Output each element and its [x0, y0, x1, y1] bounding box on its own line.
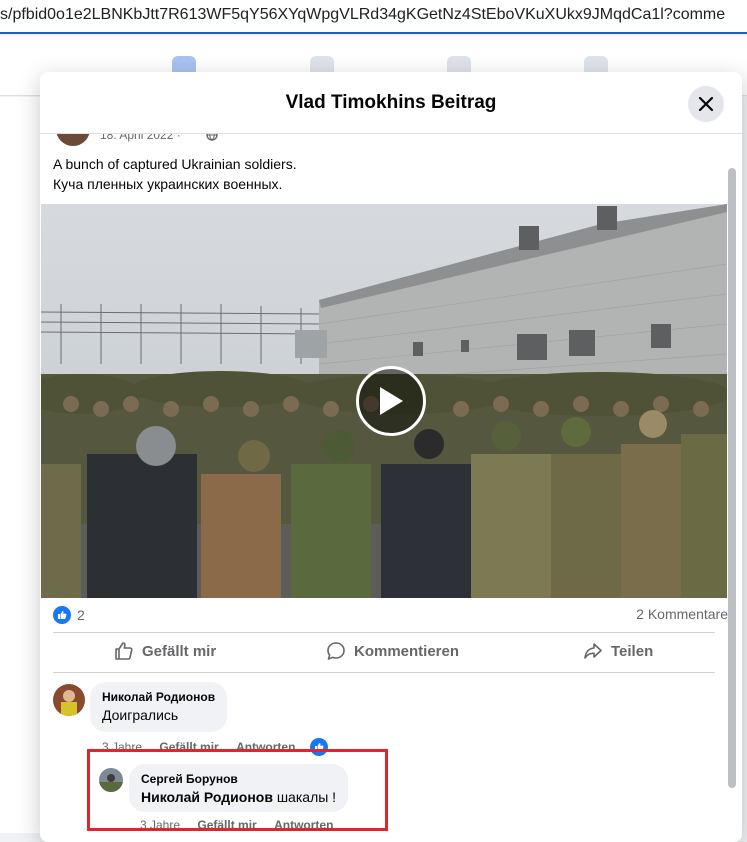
close-button[interactable] [688, 86, 724, 122]
comment-button[interactable]: Kommentieren [326, 638, 459, 664]
play-icon [380, 387, 403, 415]
reaction-count: 2 [77, 607, 85, 623]
comment-like-reaction-icon [310, 738, 328, 756]
reply-comment-author[interactable]: Сергей Борунов [141, 772, 336, 786]
like-button-label: Gefällt mir [142, 642, 217, 660]
post-dialog: Vlad Timokhins Beitrag 18. April 2022 · … [40, 72, 742, 842]
divider-top [53, 632, 715, 633]
dialog-title: Vlad Timokhins Beitrag [285, 92, 497, 113]
comment-reply-item: Сергей Борунов Николай Родионов шакалы !… [40, 762, 720, 842]
comment-icon [327, 642, 345, 660]
reply-comment-bubble: Сергей Борунов Николай Родионов шакалы ! [129, 764, 349, 812]
share-icon [584, 643, 602, 659]
like-reaction-icon [53, 606, 71, 624]
post-text-line-2: Куча пленных украинских военных. [53, 176, 283, 192]
comment-meta: 3 Jahre Gefällt mir Antworten [102, 740, 309, 754]
comment-time[interactable]: 3 Jahre [102, 740, 142, 754]
reply-comment-like-link[interactable]: Gefällt mir [197, 818, 256, 832]
play-button[interactable] [356, 366, 426, 436]
commenter-avatar[interactable] [53, 684, 85, 716]
share-button-label: Teilen [611, 642, 654, 660]
dialog-scrollbar[interactable] [728, 168, 736, 788]
comment-reply-link[interactable]: Antworten [236, 740, 295, 754]
close-icon [698, 96, 714, 112]
comment-item: Николай Родионов Доигрались 3 Jahre Gefä… [40, 680, 720, 770]
comment-bubble: Николай Родионов Доигрались [90, 682, 228, 732]
comments-count[interactable]: 2 Kommentare [636, 606, 728, 622]
post-video[interactable] [41, 204, 727, 598]
reply-comment-meta: 3 Jahre Gefällt mir Antworten [140, 818, 347, 832]
dialog-header: Vlad Timokhins Beitrag [40, 72, 742, 134]
post-text-line-1: A bunch of captured Ukrainian soldiers. [53, 156, 297, 172]
like-button[interactable]: Gefällt mir [114, 638, 216, 664]
browser-address-bar[interactable]: s/pfbid0o1e2LBNKbJtt7R613WF5qY56XYqWpgVL… [0, 0, 747, 34]
url-text[interactable]: s/pfbid0o1e2LBNKbJtt7R613WF5qY56XYqWpgVL… [0, 6, 725, 24]
thumbs-up-icon [115, 642, 133, 660]
reply-mention[interactable]: Николай Родионов [141, 789, 273, 805]
comment-text: Доигрались [102, 707, 179, 723]
post-text: A bunch of captured Ukrainian soldiers. … [53, 154, 297, 194]
share-button[interactable]: Teilen [583, 638, 653, 664]
comment-like-link[interactable]: Gefällt mir [159, 740, 218, 754]
left-column-background [0, 97, 40, 833]
reply-comment-text: Николай Родионов шакалы ! [141, 789, 336, 805]
reply-comment-reply-link[interactable]: Antworten [274, 818, 333, 832]
comment-author[interactable]: Николай Родионов [102, 690, 215, 704]
comment-button-label: Kommentieren [354, 642, 460, 660]
divider-bottom [53, 672, 715, 673]
reply-commenter-avatar[interactable] [99, 768, 123, 792]
reply-comment-time[interactable]: 3 Jahre [140, 818, 180, 832]
reply-text: шакалы ! [272, 789, 337, 805]
